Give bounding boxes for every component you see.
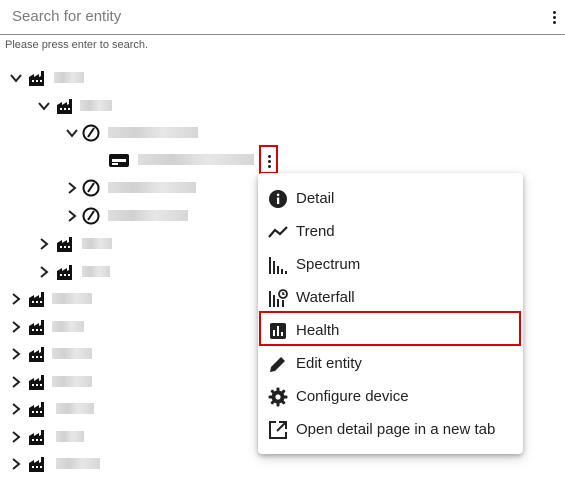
tree-node[interactable]: [108, 149, 258, 171]
device-card-icon: [109, 154, 129, 167]
redacted-label: [138, 154, 254, 165]
redacted-label: [56, 431, 84, 442]
chevron-right-icon[interactable]: [64, 208, 80, 224]
more-options-icon[interactable]: [552, 11, 556, 24]
menu-item-open-new-tab[interactable]: Open detail page in a new tab: [258, 413, 523, 446]
factory-icon: [57, 237, 72, 252]
menu-item-label: Trend: [296, 223, 335, 240]
factory-icon: [29, 347, 44, 362]
tree-node[interactable]: [6, 288, 126, 310]
context-menu: Detail Trend Spectrum Waterfall Health E…: [258, 173, 523, 454]
menu-item-spectrum[interactable]: Spectrum: [258, 248, 523, 281]
tree-node[interactable]: [6, 316, 126, 338]
tree-node[interactable]: [6, 371, 126, 393]
search-hint: Please press enter to search.: [5, 39, 149, 51]
search-input[interactable]: [6, 4, 538, 28]
redacted-label: [108, 127, 198, 138]
chevron-right-icon[interactable]: [8, 346, 24, 362]
factory-icon: [29, 457, 44, 472]
redacted-label: [56, 403, 94, 414]
redacted-label: [80, 100, 112, 111]
menu-item-detail[interactable]: Detail: [258, 182, 523, 215]
health-highlight: [259, 311, 521, 346]
menu-item-waterfall[interactable]: Waterfall: [258, 281, 523, 314]
redacted-label: [52, 376, 92, 387]
redacted-label: [82, 266, 110, 277]
redacted-label: [52, 348, 92, 359]
menu-item-configure-device[interactable]: Configure device: [258, 380, 523, 413]
factory-icon: [29, 71, 44, 86]
tree-node[interactable]: [34, 233, 154, 255]
tree-node[interactable]: [6, 426, 126, 448]
tree-node[interactable]: [62, 177, 212, 199]
tree-node[interactable]: [6, 67, 126, 89]
chevron-right-icon[interactable]: [8, 456, 24, 472]
tree-node[interactable]: [6, 398, 126, 420]
chevron-down-icon[interactable]: [36, 98, 52, 114]
tree-node[interactable]: [34, 261, 154, 283]
tree-node[interactable]: [62, 205, 212, 227]
menu-item-trend[interactable]: Trend: [258, 215, 523, 248]
info-icon: [269, 190, 287, 208]
redacted-label: [52, 321, 84, 332]
menu-item-label: Configure device: [296, 388, 409, 405]
gear-icon: [268, 387, 288, 407]
redacted-label: [108, 182, 196, 193]
redacted-label: [54, 72, 84, 83]
factory-icon: [29, 292, 44, 307]
tree-node[interactable]: [62, 122, 212, 144]
menu-item-label: Detail: [296, 190, 335, 207]
chevron-right-icon[interactable]: [64, 180, 80, 196]
gauge-icon: [82, 179, 100, 197]
tree-node[interactable]: [6, 343, 126, 365]
gauge-icon: [82, 124, 100, 142]
redacted-label: [52, 293, 92, 304]
menu-item-edit-entity[interactable]: Edit entity: [258, 347, 523, 380]
chevron-right-icon[interactable]: [8, 429, 24, 445]
tree-node[interactable]: [34, 95, 154, 117]
menu-item-label: Open detail page in a new tab: [296, 421, 496, 438]
factory-icon: [29, 402, 44, 417]
menu-item-label: Edit entity: [296, 355, 362, 372]
factory-icon: [29, 430, 44, 445]
chevron-down-icon[interactable]: [64, 125, 80, 141]
node-menu-button[interactable]: [259, 145, 278, 174]
search-bar: [0, 0, 565, 35]
chevron-right-icon[interactable]: [36, 236, 52, 252]
menu-item-label: Waterfall: [296, 289, 355, 306]
redacted-label: [82, 238, 112, 249]
more-vert-icon[interactable]: [267, 155, 271, 168]
menu-item-label: Spectrum: [296, 256, 361, 273]
factory-icon: [57, 265, 72, 280]
trend-icon: [268, 226, 288, 238]
redacted-label: [108, 210, 188, 221]
gauge-icon: [82, 207, 100, 225]
chevron-right-icon[interactable]: [8, 319, 24, 335]
pencil-icon: [270, 357, 285, 372]
redacted-label: [56, 458, 100, 469]
chevron-down-icon[interactable]: [8, 70, 24, 86]
chevron-right-icon[interactable]: [8, 374, 24, 390]
chevron-right-icon[interactable]: [8, 401, 24, 417]
tree-node[interactable]: [6, 453, 126, 475]
factory-icon: [29, 375, 44, 390]
factory-icon: [57, 99, 72, 114]
waterfall-icon: [269, 289, 288, 307]
factory-icon: [29, 320, 44, 335]
chevron-right-icon[interactable]: [8, 291, 24, 307]
open-in-new-icon: [269, 421, 287, 439]
spectrum-icon: [269, 257, 287, 274]
chevron-right-icon[interactable]: [36, 264, 52, 280]
